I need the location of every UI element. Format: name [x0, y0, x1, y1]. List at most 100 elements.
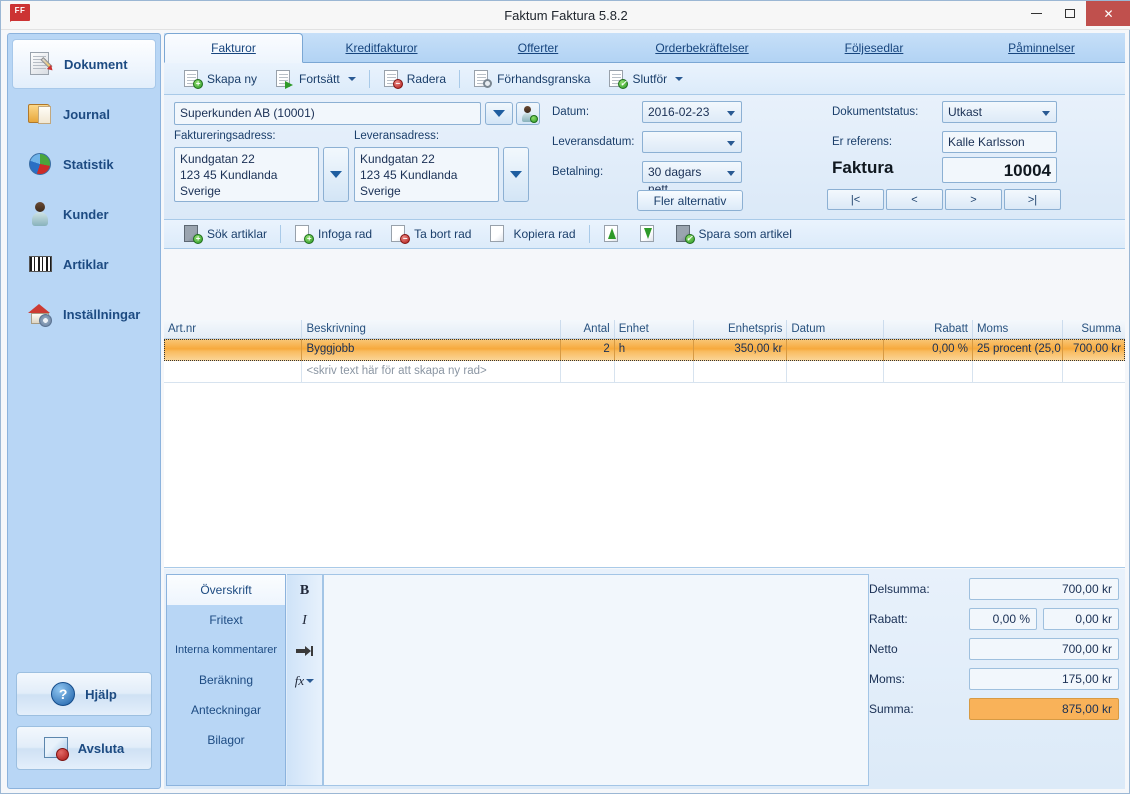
- cell-rabatt[interactable]: 0,00 %: [884, 339, 973, 361]
- tab-foljesedlar[interactable]: Följesedlar: [788, 34, 960, 62]
- add-customer-button[interactable]: [516, 102, 540, 125]
- tab-label: Offerter: [517, 41, 559, 55]
- nav-prev-button[interactable]: <: [886, 189, 943, 210]
- texttab-overskrift[interactable]: Överskrift: [166, 574, 286, 605]
- cell-summa[interactable]: 700,00 kr: [1063, 339, 1125, 361]
- copy-row-button[interactable]: Kopiera rad: [480, 222, 584, 246]
- cell-moms[interactable]: 25 procent (25,0: [973, 339, 1063, 361]
- new-row-input[interactable]: <skriv text här för att skapa ny rad>: [302, 361, 562, 382]
- cell-moms[interactable]: [973, 361, 1063, 382]
- nav-next-button[interactable]: >: [945, 189, 1002, 210]
- column-header-enhetspris[interactable]: Enhetspris: [694, 320, 788, 338]
- cell-enhet[interactable]: [615, 361, 694, 382]
- texttab-fritext[interactable]: Fritext: [167, 605, 285, 635]
- tab-orderbekraftelser[interactable]: Orderbekräftelser: [616, 34, 788, 62]
- close-button[interactable]: ✕: [1086, 1, 1130, 26]
- finish-button[interactable]: ✓ Slutför: [599, 67, 692, 91]
- texttab-berakning[interactable]: Beräkning: [167, 665, 285, 695]
- cell-enhetspris[interactable]: [694, 361, 788, 382]
- status-field[interactable]: Utkast: [942, 101, 1057, 123]
- billing-address-dropdown-button[interactable]: [323, 147, 349, 202]
- sidebar-item-statistik[interactable]: Statistik: [12, 139, 156, 189]
- column-header-beskrivning[interactable]: Beskrivning: [302, 320, 562, 338]
- column-header-artnr[interactable]: Art.nr: [164, 320, 303, 338]
- tab-offerter[interactable]: Offerter: [460, 34, 616, 62]
- delete-row-button[interactable]: − Ta bort rad: [381, 222, 480, 246]
- delivery-address-field[interactable]: Kundgatan 22 123 45 Kundlanda Sverige: [354, 147, 499, 202]
- tab-fakturor[interactable]: Fakturor: [164, 33, 303, 63]
- tab-paminnelser[interactable]: Påminnelser: [960, 34, 1123, 62]
- customer-field[interactable]: Superkunden AB (10001): [174, 102, 481, 125]
- cell-antal[interactable]: 2: [561, 339, 615, 361]
- move-row-down-button[interactable]: [630, 222, 666, 246]
- help-button[interactable]: ? Hjälp: [16, 672, 152, 716]
- exit-button[interactable]: Avsluta: [16, 726, 152, 770]
- chevron-down-icon[interactable]: [306, 679, 315, 683]
- discount-amount-field[interactable]: 0,00 kr: [1043, 608, 1119, 630]
- insert-row-button[interactable]: + Infoga rad: [285, 222, 381, 246]
- customer-dropdown-button[interactable]: [485, 102, 513, 125]
- date-field[interactable]: 2016-02-23: [642, 101, 742, 123]
- delivery-date-field[interactable]: [642, 131, 742, 153]
- more-options-button[interactable]: Fler alternativ: [637, 190, 743, 211]
- minimize-button[interactable]: [1020, 1, 1053, 26]
- table-row[interactable]: Byggjobb 2 h 350,00 kr 0,00 % 25 procent…: [164, 339, 1125, 361]
- chevron-down-icon[interactable]: [675, 76, 684, 81]
- function-icon[interactable]: fx: [292, 671, 318, 691]
- texttab-anteckningar[interactable]: Anteckningar: [167, 695, 285, 725]
- sidebar-item-journal[interactable]: Journal: [12, 89, 156, 139]
- cell-antal[interactable]: [561, 361, 615, 382]
- column-header-datum[interactable]: Datum: [787, 320, 884, 338]
- button-label: Slutför: [632, 71, 668, 86]
- texttab-interna-kommentarer[interactable]: Interna kommentarer: [167, 635, 285, 665]
- sidebar-item-dokument[interactable]: Dokument: [12, 39, 156, 89]
- document-number-field[interactable]: 10004: [942, 157, 1057, 183]
- sidebar-item-artiklar[interactable]: Artiklar: [12, 239, 156, 289]
- net-value: 700,00 kr: [969, 638, 1119, 660]
- tab-kreditfakturor[interactable]: Kreditfakturor: [303, 34, 460, 62]
- subtotal-label: Delsumma:: [869, 582, 930, 596]
- save-as-article-button[interactable]: ✓ Spara som artikel: [666, 222, 801, 246]
- discount-percent-field[interactable]: 0,00 %: [969, 608, 1037, 630]
- preview-button[interactable]: Förhandsgranska: [464, 67, 599, 91]
- delivery-address-dropdown-button[interactable]: [503, 147, 529, 202]
- chevron-down-icon[interactable]: [347, 76, 356, 81]
- sidebar-item-label: Artiklar: [63, 256, 109, 272]
- reference-field[interactable]: Kalle Karlsson: [942, 131, 1057, 153]
- tab-indent-icon[interactable]: [292, 641, 318, 661]
- new-row-placeholder-row[interactable]: <skriv text här för att skapa ny rad>: [164, 361, 1125, 383]
- window-title: Faktum Faktura 5.8.2: [504, 8, 628, 23]
- billing-address-field[interactable]: Kundgatan 22 123 45 Kundlanda Sverige: [174, 147, 319, 202]
- cell-beskrivning[interactable]: Byggjobb: [302, 339, 562, 361]
- move-row-up-button[interactable]: [594, 222, 630, 246]
- nav-last-button[interactable]: >|: [1004, 189, 1061, 210]
- cell-summa[interactable]: [1063, 361, 1125, 382]
- sidebar-item-kunder[interactable]: Kunder: [12, 189, 156, 239]
- sidebar-item-installningar[interactable]: Inställningar: [12, 289, 156, 339]
- column-header-antal[interactable]: Antal: [561, 320, 615, 338]
- maximize-button[interactable]: [1053, 1, 1086, 26]
- bold-icon[interactable]: B: [292, 581, 318, 601]
- texttab-bilagor[interactable]: Bilagor: [167, 725, 285, 755]
- cell-enhetspris[interactable]: 350,00 kr: [694, 339, 788, 361]
- column-header-moms[interactable]: Moms: [973, 320, 1063, 338]
- italic-icon[interactable]: I: [292, 611, 318, 631]
- nav-first-button[interactable]: |<: [827, 189, 884, 210]
- cell-artnr[interactable]: [164, 339, 303, 361]
- column-header-summa[interactable]: Summa: [1063, 320, 1125, 338]
- search-articles-button[interactable]: + Sök artiklar: [174, 222, 276, 246]
- cell-datum[interactable]: [787, 339, 884, 361]
- cell-enhet[interactable]: h: [615, 339, 694, 361]
- document-icon: [27, 50, 55, 78]
- cell-artnr[interactable]: [164, 361, 303, 382]
- continue-document-icon: [275, 69, 294, 89]
- cell-datum[interactable]: [787, 361, 884, 382]
- payment-field[interactable]: 30 dagars nett: [642, 161, 742, 196]
- column-header-rabatt[interactable]: Rabatt: [884, 320, 973, 338]
- cell-rabatt[interactable]: [884, 361, 973, 382]
- text-editor[interactable]: [323, 574, 869, 786]
- create-new-button[interactable]: + Skapa ny: [174, 67, 266, 91]
- continue-button[interactable]: Fortsätt: [266, 67, 365, 91]
- delete-button[interactable]: − Radera: [374, 67, 455, 91]
- column-header-enhet[interactable]: Enhet: [615, 320, 694, 338]
